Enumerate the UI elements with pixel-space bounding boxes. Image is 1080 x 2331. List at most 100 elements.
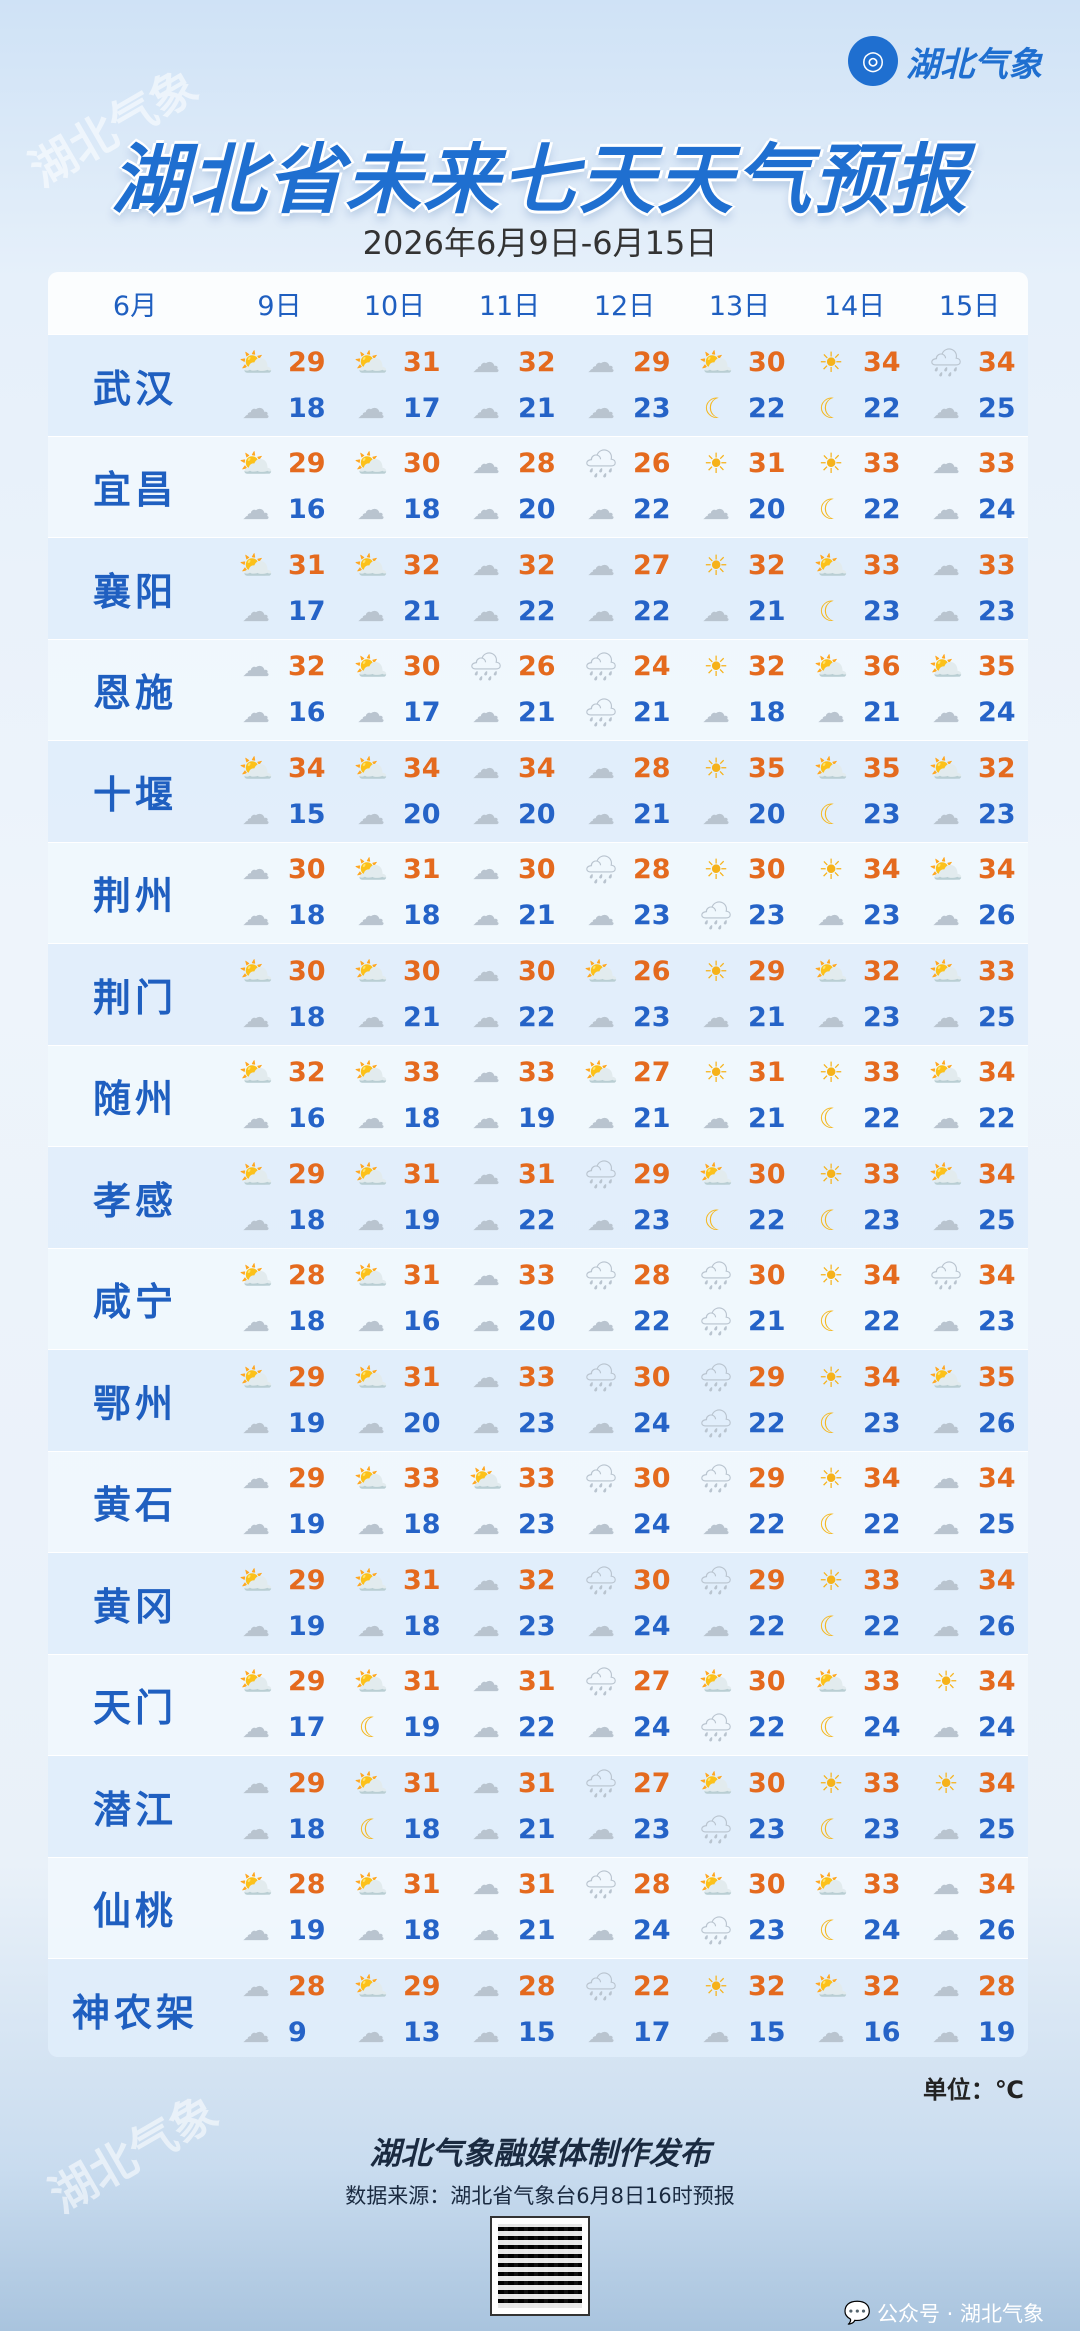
moon-cloud-icon: ☁ — [357, 1305, 385, 1339]
forecast-cell: ⛅ 31 ☾ 18 — [337, 1756, 452, 1857]
low-temp: 21 — [748, 595, 786, 627]
cloud-icon: ☁ — [472, 751, 500, 785]
forecast-cell: 🌧 30 ☁ 24 — [567, 1553, 682, 1654]
low-temp: 20 — [403, 1407, 441, 1439]
high-line: ⛅ 30 — [351, 952, 452, 990]
sun-cloud-icon: ⛅ — [353, 548, 389, 582]
high-temp: 34 — [518, 752, 556, 784]
high-temp: 31 — [403, 1361, 441, 1393]
city-name: 咸宁 — [92, 1280, 177, 1325]
high-temp: 31 — [748, 1057, 786, 1089]
cloud-icon: ☁ — [472, 954, 500, 988]
forecast-cell: 🌧 29 ☁ 22 — [682, 1553, 797, 1654]
high-line: ☀ 34 — [811, 1460, 912, 1498]
forecast-cell: ⛅ 33 ☾ 24 — [797, 1858, 912, 1959]
moon-cloud-icon: ☁ — [242, 1000, 270, 1034]
forecast-cell: ☁ 31 ☁ 22 — [452, 1655, 567, 1756]
city-name: 神农架 — [71, 1990, 198, 2035]
city-name: 黄冈 — [92, 1584, 177, 1629]
low-line: ☁ 24 — [926, 1709, 1027, 1747]
high-line: ☁ 29 — [236, 1764, 337, 1802]
low-line: ☁ 24 — [926, 694, 1027, 732]
cloud-icon: ☁ — [472, 1766, 500, 1800]
low-line: ☁ 25 — [926, 1506, 1027, 1544]
forecast-cell: ⛅ 29 ☁ 18 — [222, 1147, 337, 1248]
forecast-cell: ☁ 32 ☁ 21 — [452, 335, 567, 436]
cloud-icon: ☁ — [242, 696, 270, 730]
high-temp: 29 — [288, 448, 326, 480]
sun-icon: ☀ — [703, 1969, 729, 2003]
high-line: 🌧 26 — [581, 445, 682, 483]
high-temp: 33 — [978, 955, 1016, 987]
moon-icon: ☾ — [818, 797, 844, 831]
sun-cloud-icon: ⛅ — [698, 1868, 734, 1902]
sun-cloud-icon: ⛅ — [353, 853, 389, 887]
day-header: 11日 — [478, 290, 541, 322]
forecast-cell: 🌧 22 ☁ 17 — [567, 1959, 682, 2057]
low-line: ☁ 20 — [696, 491, 797, 529]
moon-cloud-icon: ☁ — [702, 594, 730, 628]
forecast-cell: ⛅ 30 🌧 23 — [682, 1858, 797, 1959]
moon-cloud-icon: ☁ — [242, 899, 270, 933]
low-line: ☁ 25 — [926, 1810, 1027, 1848]
high-line: 🌧 27 — [581, 1663, 682, 1701]
high-line: ☁ 30 — [236, 851, 337, 889]
qr-code[interactable] — [490, 2216, 590, 2316]
low-line: ☁ 25 — [926, 1201, 1027, 1239]
high-line: ⛅ 33 — [926, 952, 1027, 990]
low-line: ☁ 23 — [926, 1303, 1027, 1341]
moon-cloud-icon: ☁ — [932, 1508, 960, 1542]
high-line: 🌧 29 — [696, 1460, 797, 1498]
city-name: 恩施 — [92, 671, 177, 716]
high-temp: 34 — [978, 1564, 1016, 1596]
forecast-cell: ⛅ 33 ☁ 25 — [912, 944, 1027, 1045]
forecast-cell: ☀ 31 ☁ 21 — [682, 1046, 797, 1147]
high-line: ⛅ 34 — [926, 1155, 1027, 1193]
low-temp: 24 — [863, 1915, 901, 1947]
high-line: ☁ 28 — [466, 1967, 567, 2005]
low-line: ☁ 23 — [581, 998, 682, 1036]
low-line: ☁ 21 — [466, 1912, 567, 1950]
forecast-cell: ⛅ 30 ☁ 21 — [337, 944, 452, 1045]
wechat-icon: 💬 — [843, 2300, 871, 2326]
high-temp: 31 — [518, 1767, 556, 1799]
high-temp: 30 — [518, 955, 556, 987]
moon-cloud-icon: ☁ — [242, 1711, 270, 1745]
low-line: ☁ 24 — [581, 1404, 682, 1442]
forecast-cell: ⛅ 34 ☁ 15 — [222, 741, 337, 842]
low-temp: 25 — [978, 1813, 1016, 1845]
low-line: ☁ 18 — [236, 897, 337, 935]
cloud-icon: ☁ — [242, 1609, 270, 1643]
high-temp: 27 — [633, 1666, 671, 1698]
high-line: ☁ 28 — [926, 1967, 1027, 2005]
high-temp: 31 — [288, 549, 326, 581]
cloud-icon: ☁ — [587, 345, 615, 379]
forecast-cell: ☀ 32 ☁ 15 — [682, 1959, 797, 2057]
high-line: ⛅ 35 — [926, 1358, 1027, 1396]
low-temp: 20 — [748, 494, 786, 526]
low-line: ☁ 18 — [351, 897, 452, 935]
low-line: ☾ 18 — [351, 1810, 452, 1848]
sun-icon: ☀ — [703, 548, 729, 582]
high-line: ⛅ 30 — [696, 1663, 797, 1701]
forecast-cell: ⛅ 29 ☁ 18 — [222, 335, 337, 436]
forecast-cell: ⛅ 29 ☁ 19 — [222, 1553, 337, 1654]
moon-cloud-icon: ☁ — [702, 1609, 730, 1643]
sun-icon: ☀ — [933, 1766, 959, 1800]
cloud-icon: ☁ — [587, 1203, 615, 1237]
low-line: ☾ 24 — [811, 1912, 912, 1950]
high-line: ⛅ 29 — [236, 1561, 337, 1599]
high-temp: 33 — [863, 1666, 901, 1698]
high-line: ⛅ 35 — [926, 648, 1027, 686]
low-line: ☁ 18 — [236, 1303, 337, 1341]
sun-icon: ☀ — [703, 650, 729, 684]
high-temp: 34 — [978, 1158, 1016, 1190]
low-temp: 17 — [288, 1712, 326, 1744]
low-temp: 21 — [863, 697, 901, 729]
forecast-cell: 🌧 27 ☁ 24 — [567, 1655, 682, 1756]
low-line: ☁ 18 — [236, 1810, 337, 1848]
low-temp: 19 — [288, 1509, 326, 1541]
moon-cloud-icon: ☁ — [472, 1711, 500, 1745]
high-line: ☁ 31 — [466, 1663, 567, 1701]
moon-cloud-icon: ☁ — [932, 1711, 960, 1745]
